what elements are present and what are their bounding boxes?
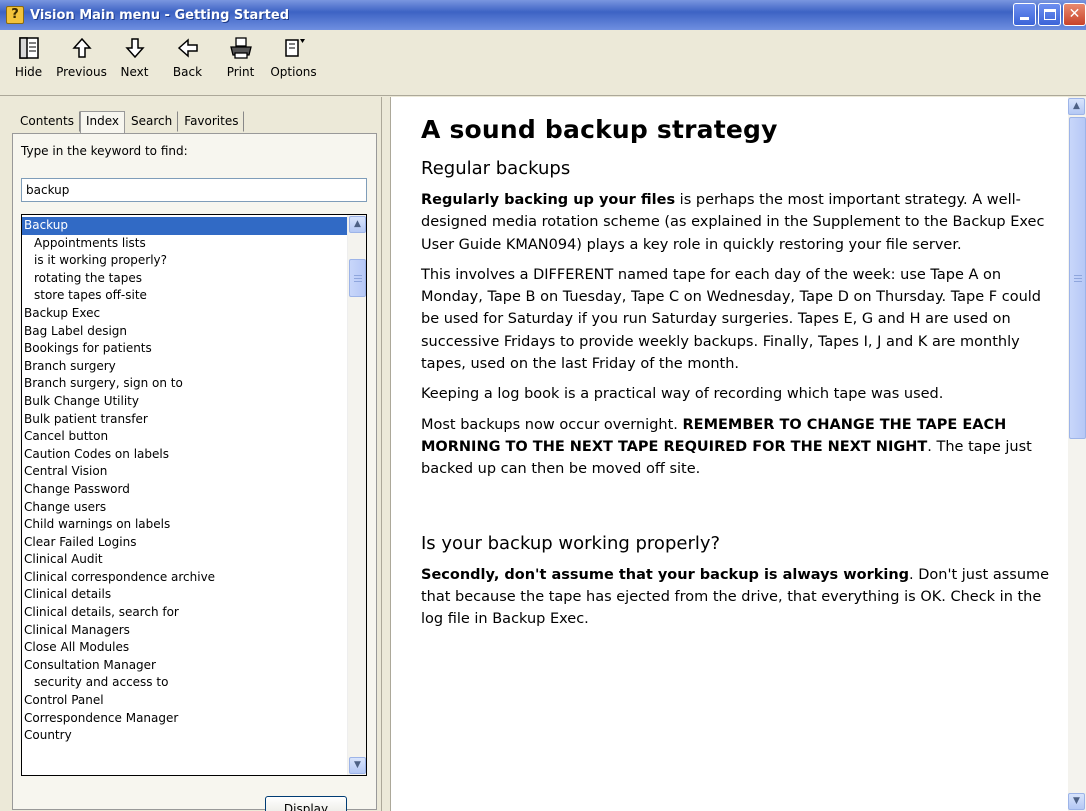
index-list-item[interactable]: Appointments lists	[22, 235, 348, 253]
index-list-item[interactable]: Change Password	[22, 481, 348, 499]
next-button[interactable]: Next	[108, 30, 161, 94]
content-scroll-up-button[interactable]: ▲	[1068, 98, 1085, 115]
arrow-left-icon	[177, 38, 198, 58]
tab-contents[interactable]: Contents	[14, 111, 80, 132]
window-controls: ✕	[1013, 3, 1086, 26]
hide-label: Hide	[14, 65, 43, 79]
back-button[interactable]: Back	[161, 30, 214, 94]
options-icon	[284, 39, 305, 57]
index-list-item[interactable]: Bookings for patients	[22, 340, 348, 358]
index-list-item[interactable]: Backup Exec	[22, 305, 348, 323]
paragraph-4: Most backups now occur overnight. REMEMB…	[421, 414, 1051, 481]
hide-button[interactable]: Hide	[2, 30, 55, 94]
paragraph-1-emphasis: Regularly backing up your files	[421, 192, 676, 208]
index-list-item[interactable]: Branch surgery	[22, 358, 348, 376]
index-list-item[interactable]: rotating the tapes	[22, 270, 348, 288]
index-list-item[interactable]: security and access to	[22, 674, 348, 692]
section-heading-backup-working: Is your backup working properly?	[421, 532, 721, 554]
scroll-thumb[interactable]	[349, 259, 366, 297]
index-list-item[interactable]: Clinical details, search for	[22, 604, 348, 622]
paragraph-5-emphasis: Secondly, don't assume that your backup …	[421, 566, 910, 583]
keyword-input[interactable]	[21, 178, 367, 202]
index-list-item[interactable]: Clinical details	[22, 586, 348, 604]
previous-label: Previous	[56, 65, 107, 79]
index-list-item[interactable]: Clinical correspondence archive	[22, 569, 348, 587]
previous-button[interactable]: Previous	[55, 30, 108, 94]
tab-favorites[interactable]: Favorites	[178, 111, 245, 132]
print-label: Print	[226, 65, 255, 79]
index-list-item[interactable]: Bulk Change Utility	[22, 393, 348, 411]
back-label: Back	[172, 65, 203, 79]
index-list-item[interactable]: Branch surgery, sign on to	[22, 375, 348, 393]
index-list-item[interactable]: Country	[22, 727, 348, 745]
topic-title: A sound backup strategy	[421, 115, 778, 144]
arrow-up-icon	[71, 37, 92, 58]
index-list-item[interactable]: Clear Failed Logins	[22, 534, 348, 552]
display-button[interactable]: Display	[265, 796, 347, 811]
tab-search[interactable]: Search	[125, 111, 179, 132]
index-list-item[interactable]: Control Panel	[22, 692, 348, 710]
index-list-item[interactable]: Clinical Managers	[22, 622, 348, 640]
index-list-scrollbar[interactable]: ▲ ▼	[347, 215, 366, 775]
index-panel: Type in the keyword to find: BackupAppoi…	[12, 133, 377, 811]
index-list-item[interactable]: Correspondence Manager	[22, 710, 348, 728]
index-list-item[interactable]: Central Vision	[22, 463, 348, 481]
section-heading-regular-backups: Regular backups	[421, 158, 571, 179]
index-list-item[interactable]: Bulk patient transfer	[22, 411, 348, 429]
options-label: Options	[270, 65, 317, 79]
print-button[interactable]: Print	[214, 30, 267, 94]
close-icon: ✕	[1068, 6, 1081, 22]
navigation-pane: Contents Index Search Favorites Type in …	[0, 97, 381, 811]
minimize-button[interactable]	[1013, 3, 1036, 26]
index-list-item[interactable]: Cancel button	[22, 428, 348, 446]
toolbar: Hide Previous Next Back Print Options	[0, 30, 1086, 96]
index-list-item[interactable]: Child warnings on labels	[22, 516, 348, 534]
index-list-item[interactable]: store tapes off-site	[22, 287, 348, 305]
content-scrollbar[interactable]: ▲ ▼	[1068, 97, 1086, 811]
paragraph-1: Regularly backing up your files is perha…	[421, 189, 1051, 256]
window-title: Vision Main menu - Getting Started	[30, 7, 290, 23]
pane-splitter[interactable]	[381, 97, 391, 811]
tab-index[interactable]: Index	[79, 111, 126, 133]
title-bar[interactable]: ? Vision Main menu - Getting Started ✕	[0, 0, 1086, 30]
paragraph-5: Secondly, don't assume that your backup …	[421, 564, 1051, 631]
index-list-item[interactable]: Backup	[22, 217, 348, 235]
hide-pane-icon	[18, 37, 39, 59]
next-label: Next	[120, 65, 149, 79]
options-button[interactable]: Options	[267, 30, 320, 94]
minimize-icon	[1020, 17, 1029, 20]
paragraph-2: This involves a DIFFERENT named tape for…	[421, 266, 1042, 373]
topic-content-pane: A sound backup strategy Regular backups …	[391, 97, 1086, 811]
paragraph-4-start: Most backups now occur overnight.	[421, 416, 683, 433]
paragraph-3: Keeping a log book is a practical way of…	[421, 386, 944, 403]
arrow-down-icon	[124, 38, 145, 59]
topic-document: A sound backup strategy Regular backups …	[421, 115, 1051, 638]
maximize-button[interactable]	[1038, 3, 1061, 26]
index-list-item[interactable]: Bag Label design	[22, 323, 348, 341]
index-list-item[interactable]: Caution Codes on labels	[22, 446, 348, 464]
index-list-item[interactable]: Clinical Audit	[22, 551, 348, 569]
printer-icon	[229, 37, 252, 59]
maximize-icon	[1044, 9, 1056, 20]
index-items: Backup Appointments lists is it working pr…	[22, 217, 348, 745]
content-scroll-thumb[interactable]	[1069, 117, 1086, 439]
scroll-down-button[interactable]: ▼	[349, 757, 366, 774]
help-app-icon: ?	[6, 6, 24, 24]
index-list-item[interactable]: Consultation Manager	[22, 657, 348, 675]
scroll-up-button[interactable]: ▲	[349, 216, 366, 233]
index-list-item[interactable]: Change users	[22, 499, 348, 517]
index-list[interactable]: Backup Appointments lists is it working pr…	[21, 214, 367, 776]
navigation-tabs: Contents Index Search Favorites	[14, 110, 245, 133]
close-button[interactable]: ✕	[1063, 3, 1086, 26]
index-list-item[interactable]: is it working properly?	[22, 252, 348, 270]
index-list-item[interactable]: Close All Modules	[22, 639, 348, 657]
keyword-prompt: Type in the keyword to find:	[21, 144, 188, 158]
content-scroll-down-button[interactable]: ▼	[1068, 793, 1085, 810]
